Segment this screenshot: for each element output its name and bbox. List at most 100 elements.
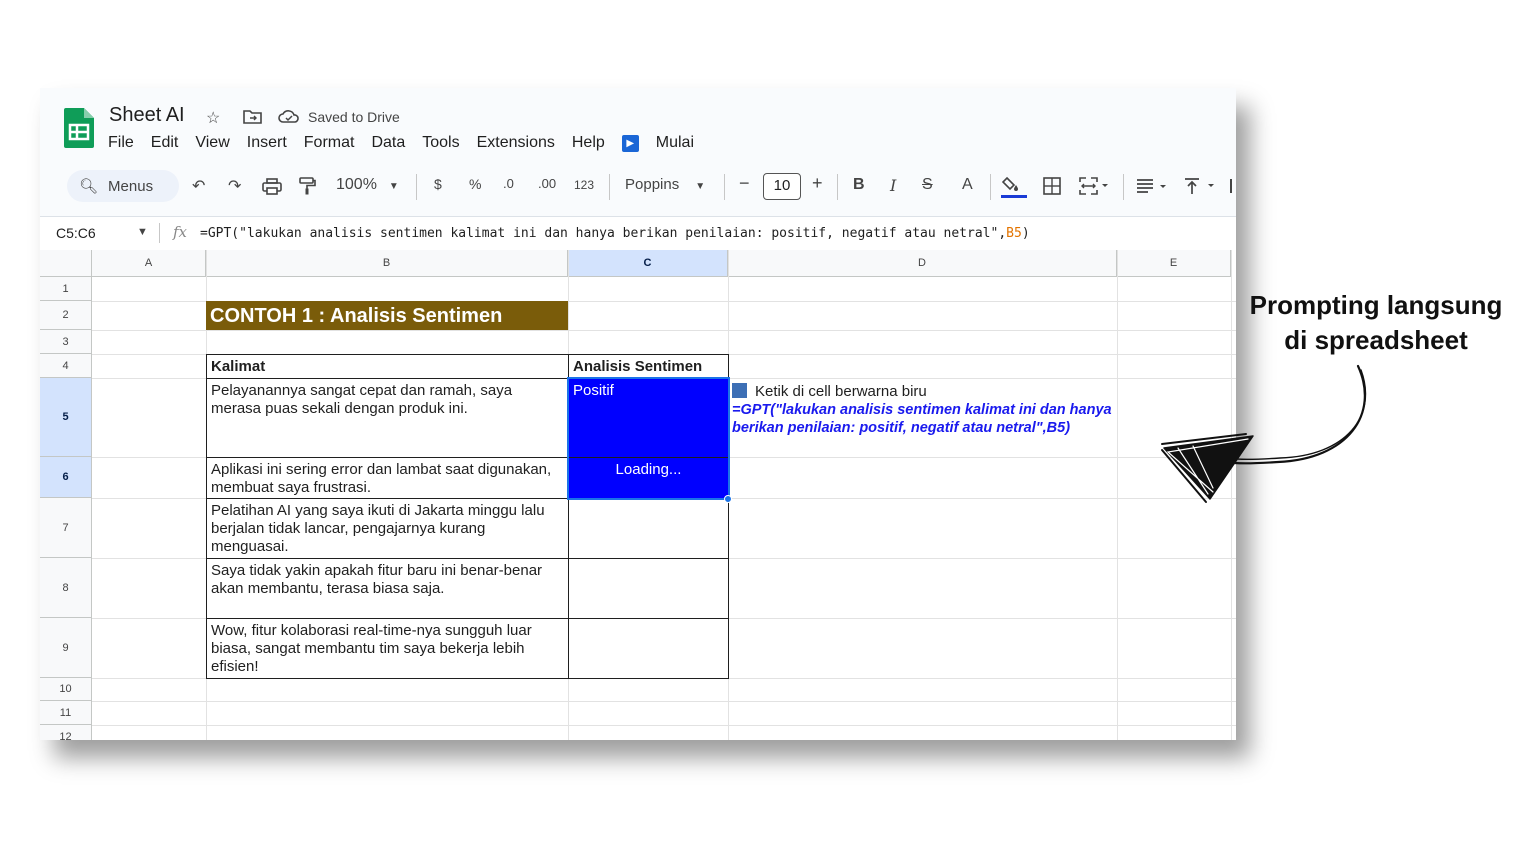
vertical-align-icon[interactable] xyxy=(1184,177,1216,195)
column-header-d[interactable]: D xyxy=(728,250,1117,277)
menu-file[interactable]: File xyxy=(108,134,134,152)
caret-down-icon[interactable]: ▼ xyxy=(137,226,148,238)
search-icon: 🔍︎ xyxy=(79,178,99,195)
zoom-value: 100% xyxy=(336,176,377,193)
font-size-input[interactable]: 10 xyxy=(763,173,801,200)
row-header-4[interactable]: 4 xyxy=(40,354,92,378)
result-cell-c5[interactable]: Positif xyxy=(568,378,729,458)
formula-close: ) xyxy=(1021,226,1030,241)
play-icon: ▶ xyxy=(621,134,639,152)
sentence-cell-b5[interactable]: Pelayanannya sangat cepat dan ramah, say… xyxy=(206,378,569,458)
paint-format-icon[interactable] xyxy=(298,177,316,196)
row-header-2[interactable]: 2 xyxy=(40,301,92,330)
caret-down-icon: ▼ xyxy=(388,181,399,192)
sentence-cell-b6[interactable]: Aplikasi ini sering error dan lambat saa… xyxy=(206,457,569,499)
column-header-e[interactable]: E xyxy=(1117,250,1231,277)
row-header-5[interactable]: 5 xyxy=(40,378,92,457)
font-select[interactable]: Poppins ▼ xyxy=(625,176,705,193)
annotation-title-text: Ketik di cell berwarna biru xyxy=(755,383,927,400)
menu-search[interactable]: 🔍︎ Menus xyxy=(67,170,179,202)
toolbar-divider xyxy=(990,174,991,200)
sheets-logo-icon[interactable] xyxy=(64,108,94,148)
cloud-saved-icon[interactable] xyxy=(278,109,300,124)
result-cell-c7[interactable] xyxy=(568,498,729,559)
row-header-1[interactable]: 1 xyxy=(40,277,92,301)
decrease-decimal-button[interactable]: .0 xyxy=(503,176,514,191)
italic-button[interactable]: I xyxy=(890,176,896,195)
menu-insert[interactable]: Insert xyxy=(247,134,287,152)
row-header-8[interactable]: 8 xyxy=(40,558,92,618)
fx-icon: fx xyxy=(173,223,188,241)
row-header-6[interactable]: 6 xyxy=(40,457,92,498)
result-cell-c9[interactable] xyxy=(568,618,729,679)
bold-button[interactable]: B xyxy=(853,176,865,194)
number-format-button[interactable]: 123 xyxy=(574,178,594,192)
fill-handle[interactable] xyxy=(724,495,732,503)
row-header-9[interactable]: 9 xyxy=(40,618,92,678)
horizontal-align-icon[interactable] xyxy=(1136,178,1168,194)
title-cell[interactable]: CONTOH 1 : Analisis Sentimen xyxy=(206,301,568,330)
menu-format[interactable]: Format xyxy=(304,134,355,152)
merge-cells-icon[interactable] xyxy=(1079,177,1109,195)
toolbar-divider xyxy=(837,174,838,200)
zoom-select[interactable]: 100% ▼ xyxy=(336,176,399,194)
undo-icon[interactable]: ↶ xyxy=(192,176,205,196)
gridline xyxy=(1117,250,1118,740)
name-box[interactable]: C5:C6 xyxy=(56,225,96,241)
saved-status: Saved to Drive xyxy=(308,109,400,125)
header-kalimat-cell[interactable]: Kalimat xyxy=(206,354,569,379)
row-header-7[interactable]: 7 xyxy=(40,498,92,558)
side-note-line-2: di spreadsheet xyxy=(1284,325,1468,355)
print-icon[interactable] xyxy=(262,178,282,195)
annotation-formula: =GPT("lakukan analisis sentimen kalimat … xyxy=(732,402,1112,436)
sentence-cell-b7[interactable]: Pelatihan AI yang saya ikuti di Jakarta … xyxy=(206,498,569,559)
side-note-line-1: Prompting langsung xyxy=(1249,290,1503,320)
row-header-3[interactable]: 3 xyxy=(40,330,92,354)
gridline xyxy=(40,725,1236,726)
move-folder-icon[interactable] xyxy=(243,109,262,124)
menu-data[interactable]: Data xyxy=(371,134,405,152)
column-header-a[interactable]: A xyxy=(92,250,206,277)
row-header-12[interactable]: 12 xyxy=(40,725,92,740)
toolbar-divider xyxy=(416,174,417,200)
menu-edit[interactable]: Edit xyxy=(151,134,179,152)
select-all-corner[interactable] xyxy=(40,250,92,277)
borders-icon[interactable] xyxy=(1043,177,1061,195)
annotation-cell-d5[interactable]: Ketik di cell berwarna biru =GPT("lakuka… xyxy=(730,380,1130,460)
toolbar-divider xyxy=(609,174,610,200)
redo-icon[interactable]: ↷ xyxy=(228,176,241,196)
column-header-b[interactable]: B xyxy=(206,250,568,277)
sentence-cell-b9[interactable]: Wow, fitur kolaborasi real-time-nya sung… xyxy=(206,618,569,679)
increase-font-size-icon[interactable]: + xyxy=(812,173,823,194)
document-title[interactable]: Sheet AI xyxy=(109,104,185,127)
menu-help[interactable]: Help xyxy=(572,134,605,152)
menu-tools[interactable]: Tools xyxy=(422,134,459,152)
hand-drawn-arrow-icon xyxy=(1161,364,1367,503)
header-sentimen-cell[interactable]: Analisis Sentimen xyxy=(568,354,729,379)
column-header-c[interactable]: C xyxy=(568,250,728,277)
strikethrough-icon[interactable]: S xyxy=(922,176,933,194)
formula-text: =GPT("lakukan analisis sentimen kalimat … xyxy=(200,226,1007,241)
menu-view[interactable]: View xyxy=(195,134,229,152)
more-tools-icon[interactable] xyxy=(1230,179,1232,193)
decrease-font-size-icon[interactable]: − xyxy=(739,173,750,194)
formula-cell-ref: B5 xyxy=(1006,226,1022,241)
currency-format-button[interactable]: $ xyxy=(434,176,442,192)
result-cell-c8[interactable] xyxy=(568,558,729,619)
row-header-10[interactable]: 10 xyxy=(40,678,92,701)
gridline xyxy=(40,330,1236,331)
star-icon[interactable]: ☆ xyxy=(206,108,220,128)
formula-input[interactable]: =GPT("lakukan analisis sentimen kalimat … xyxy=(200,226,1030,241)
side-note: Prompting langsung di spreadsheet xyxy=(1234,288,1518,358)
result-cell-c6[interactable]: Loading... xyxy=(568,457,729,499)
fill-color-icon[interactable] xyxy=(1002,174,1024,194)
increase-decimal-button[interactable]: .00 xyxy=(538,176,556,191)
percent-format-button[interactable]: % xyxy=(469,176,481,192)
row-header-11[interactable]: 11 xyxy=(40,701,92,725)
toolbar-divider xyxy=(724,174,725,200)
menu-bar: File Edit View Insert Format Data Tools … xyxy=(108,134,728,152)
menu-extensions[interactable]: Extensions xyxy=(477,134,555,152)
text-color-button[interactable]: A xyxy=(962,176,973,194)
sentence-cell-b8[interactable]: Saya tidak yakin apakah fitur baru ini b… xyxy=(206,558,569,619)
menu-mulai[interactable]: ▶ Mulai xyxy=(621,134,711,152)
